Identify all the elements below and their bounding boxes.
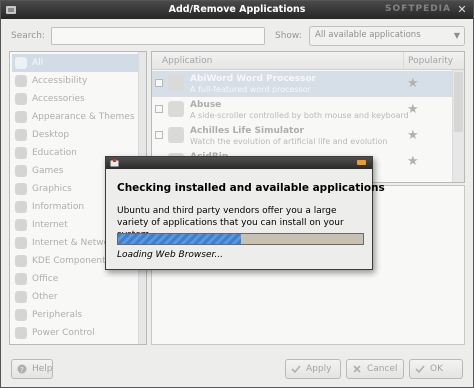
window-titlebar[interactable]: Add/Remove Applications SOFTPEDIA ✕ [1,1,473,19]
apply-icon [291,364,301,374]
install-checkbox[interactable] [155,79,163,87]
category-label: Other [32,292,58,302]
search-input[interactable] [51,27,265,45]
internet-icon [15,219,27,231]
minimize-icon[interactable] [357,160,366,165]
appearance-icon [15,111,27,123]
category-label: Peripherals [32,310,83,320]
apply-button[interactable]: Apply [285,359,341,379]
progress-dialog: Checking installed and available applica… [105,156,385,270]
show-dropdown[interactable]: All available applications ▼ [309,26,465,46]
app-row[interactable]: Abuse A side-scroller controlled by both… [152,97,452,123]
progress-bar-fill [118,234,241,244]
ok-button-label: OK [430,364,443,374]
category-item-appearance[interactable]: Appearance & Themes [12,108,144,126]
category-item-office[interactable]: Office [12,270,144,288]
category-label: Education [32,148,77,158]
category-label: Power Control [32,328,95,338]
cancel-button-label: Cancel [367,364,398,374]
app-description: A side-scroller controlled by both mouse… [190,111,409,120]
cancel-button[interactable]: Cancel [346,359,404,379]
app-row[interactable]: AbiWord Word Processor A full-featured w… [152,71,452,97]
category-label: Information [32,202,85,212]
apply-button-label: Apply [306,364,332,374]
accessibility-icon [15,75,27,87]
help-button[interactable]: ? Help [11,359,53,379]
column-header-application[interactable]: Application [152,52,404,70]
category-item-other[interactable]: Other [12,288,144,306]
watermark: SOFTPEDIA [385,4,451,14]
desktop-icon [15,129,27,141]
kde-icon [15,255,27,267]
education-icon [15,147,27,159]
network-icon [15,237,27,249]
app-name: Abuse [190,100,222,110]
category-label: Graphics [32,184,72,194]
peripherals-icon [15,309,27,321]
category-label: Desktop [32,130,70,140]
add-remove-window: Add/Remove Applications SOFTPEDIA ✕ Sear… [0,0,474,388]
help-icon: ? [17,364,27,374]
column-header-popularity[interactable]: Popularity [404,52,464,70]
category-label: Games [32,166,64,176]
category-item-desktop[interactable]: Desktop [12,126,144,144]
ok-button[interactable]: OK [409,359,463,379]
category-label: Internet [32,220,68,230]
app-list-scrollbar[interactable] [452,70,464,182]
scrollbar-thumb[interactable] [454,72,463,132]
accessories-icon [15,93,27,105]
close-icon[interactable]: ✕ [456,4,468,16]
app-description: Watch the evolution of artificial life a… [190,137,388,146]
graphics-icon [15,183,27,195]
star-icon: ★ [407,154,419,169]
progress-bar [117,233,364,245]
abiword-icon [168,75,184,91]
office-icon [15,273,27,285]
chevron-down-icon: ▼ [453,31,460,40]
category-item-accessibility[interactable]: Accessibility [12,72,144,90]
search-label: Search: [11,31,45,41]
category-item-accessories[interactable]: Accessories [12,90,144,108]
category-label: KDE Components [32,256,111,266]
information-icon [15,201,27,213]
dialog-titlebar[interactable] [106,157,372,169]
show-dropdown-value: All available applications [315,30,421,40]
category-item-power-control[interactable]: Power Control [12,324,144,342]
category-label: Accessibility [32,76,88,86]
package-icon [110,159,119,167]
dialog-status: Loading Web Browser... [117,250,223,260]
dialog-heading: Checking installed and available applica… [117,182,385,194]
other-icon [15,291,27,303]
show-label: Show: [275,31,302,41]
games-icon [15,165,27,177]
install-checkbox[interactable] [155,105,163,113]
category-label: Office [32,274,59,284]
app-name: AbiWord Word Processor [190,74,317,84]
star-icon: ★ [407,102,419,117]
ok-icon [415,364,425,374]
app-name: Achilles Life Simulator [190,126,304,136]
app-description: A full-featured word processor [190,85,311,94]
abuse-icon [168,101,184,117]
cancel-icon [352,364,362,374]
all-icon [15,57,27,69]
category-item-peripherals[interactable]: Peripherals [12,306,144,324]
category-item-all[interactable]: All [12,54,144,72]
category-label: Accessories [32,94,85,104]
svg-text:?: ? [20,366,24,374]
achilles-icon [168,127,184,143]
app-row[interactable]: Achilles Life Simulator Watch the evolut… [152,123,452,149]
power-icon [15,327,27,339]
category-label: All [32,58,44,68]
install-checkbox[interactable] [155,131,163,139]
star-icon: ★ [407,76,419,91]
category-label: Appearance & Themes [32,112,135,122]
star-icon: ★ [407,128,419,143]
help-button-label: Help [32,364,53,374]
